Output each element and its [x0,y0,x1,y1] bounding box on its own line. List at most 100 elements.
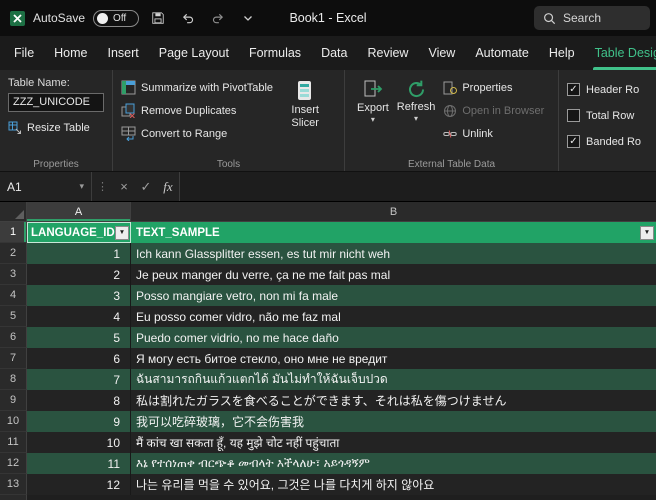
text-sample-filter-button[interactable]: ▼ [640,225,654,240]
redo-button[interactable] [207,6,229,30]
convert-to-range-button[interactable]: Convert to Range [121,123,274,144]
row-header[interactable]: 7 [0,348,27,369]
browser-globe-icon [443,104,457,118]
tab-insert[interactable]: Insert [98,36,149,70]
insert-function-button[interactable]: fx [157,179,179,195]
column-header-a[interactable]: A [27,202,131,222]
table-row: 11 10 मैं कांच खा सकता हूँ, यह मुझे चोट … [0,432,656,453]
cell-language-id[interactable]: 7 [27,369,131,390]
autosave-toggle[interactable]: Off [93,9,140,27]
cell-text-sample[interactable]: እኔ የተሰነጠቀ ብርጭቆ መብላት እችላለሁ፣ አይጎዳኝም [131,453,656,474]
row-header[interactable]: 4 [0,285,27,306]
insert-slicer-button[interactable]: Insert Slicer [274,77,336,156]
row-header[interactable]: 12 [0,453,27,474]
table-name-input[interactable] [8,92,104,112]
tab-home[interactable]: Home [44,36,97,70]
cell-b1-text-sample[interactable]: TEXT_SAMPLE ▼ [131,222,656,243]
row-header[interactable]: 13 [0,474,27,495]
cell-text-sample[interactable]: Eu posso comer vidro, não me faz mal [131,306,656,327]
convert-to-range-label: Convert to Range [141,127,228,140]
cell-text-sample[interactable]: 我可以吃碎玻璃，它不会伤害我 [131,411,656,432]
excel-app-icon[interactable] [10,10,25,26]
export-button[interactable]: Export ▾ [353,77,393,156]
tab-data[interactable]: Data [311,36,357,70]
formula-input[interactable] [179,172,656,201]
cell-language-id[interactable]: 5 [27,327,131,348]
summarize-pivottable-label: Summarize with PivotTable [141,81,274,94]
tab-view[interactable]: View [418,36,465,70]
language-id-filter-button[interactable]: ▼ [115,225,129,240]
row-header[interactable]: 8 [0,369,27,390]
banded-rows-label: Banded Ro [586,135,642,148]
cell-text-sample[interactable]: Je peux manger du verre, ça ne me fait p… [131,264,656,285]
table-row: 13 12 나는 유리를 먹을 수 있어요, 그것은 나를 다치게 하지 않아요 [0,474,656,495]
tab-page-layout[interactable]: Page Layout [149,36,239,70]
tab-table-design[interactable]: Table Design [585,36,656,70]
tab-review[interactable]: Review [357,36,418,70]
quick-access-menu-button[interactable] [237,6,259,30]
refresh-button[interactable]: Refresh ▾ [393,77,440,156]
excel-window: AutoSave Off Book1 - Excel Search File H… [0,0,656,500]
cell-language-id[interactable]: 1 [27,243,131,264]
cell-text-sample[interactable]: मैं कांच खा सकता हूँ, यह मुझे चोट नहीं प… [131,432,656,453]
column-header-b[interactable]: B [131,202,656,222]
row-header[interactable]: 11 [0,432,27,453]
banded-rows-checkbox[interactable]: ✓ [567,135,580,148]
undo-icon [181,11,195,25]
row-header[interactable]: 6 [0,327,27,348]
total-row-checkbox[interactable] [567,109,580,122]
cell-text-sample[interactable]: Я могу есть битое стекло, оно мне не вре… [131,348,656,369]
unlink-button[interactable]: Unlink [443,123,544,144]
cell-language-id[interactable]: 12 [27,474,131,495]
toggle-knob-icon [97,12,109,24]
external-data-group-label: External Table Data [407,159,496,170]
cell-text-sample[interactable]: Puedo comer vidrio, no me hace daño [131,327,656,348]
tab-automate[interactable]: Automate [465,36,539,70]
cell-text-sample[interactable]: ฉันสามารถกินแก้วแตกได้ มันไม่ทำให้ฉันเจ็… [131,369,656,390]
total-row-checkbox-item[interactable]: Total Row [567,106,648,125]
remove-duplicates-button[interactable]: Remove Duplicates [121,100,274,121]
cell-text-sample[interactable]: 나는 유리를 먹을 수 있어요, 그것은 나를 다치게 하지 않아요 [131,474,656,495]
header-row-checkbox-item[interactable]: ✓ Header Ro [567,80,648,99]
row-header[interactable]: 5 [0,306,27,327]
cell-text-sample[interactable]: Posso mangiare vetro, non mi fa male [131,285,656,306]
table-properties-button[interactable]: Properties [443,77,544,98]
search-box[interactable]: Search [534,6,650,30]
cell-language-id[interactable]: 2 [27,264,131,285]
language-id-header-label: LANGUAGE_ID [31,226,115,239]
cell-language-id[interactable]: 6 [27,348,131,369]
row-header[interactable]: 1 [0,222,27,243]
enter-button[interactable]: ✓ [135,179,157,195]
cell-text-sample[interactable]: 私は割れたガラスを食べることができます、それは私を傷つけません [131,390,656,411]
save-button[interactable] [147,6,169,30]
cell-language-id[interactable]: 3 [27,285,131,306]
window-title: Book1 - Excel [289,11,367,25]
cell-language-id[interactable]: 11 [27,453,131,474]
tab-formulas[interactable]: Formulas [239,36,311,70]
cell-a1-language-id[interactable]: LANGUAGE_ID ▼ [27,222,131,243]
undo-button[interactable] [177,6,199,30]
cell-language-id[interactable]: 4 [27,306,131,327]
row-header[interactable] [0,495,27,500]
name-box[interactable]: A1 ▾ [0,172,92,201]
summarize-pivottable-button[interactable]: Summarize with PivotTable [121,77,274,98]
cell-language-id[interactable]: 9 [27,411,131,432]
formula-bar-divider: ⋮ [97,181,108,193]
tab-file[interactable]: File [4,36,44,70]
resize-table-button[interactable]: Resize Table [8,118,104,139]
cancel-button[interactable]: × [113,179,135,194]
header-row-checkbox[interactable]: ✓ [567,83,580,96]
row-header[interactable]: 2 [0,243,27,264]
ribbon: Table Name: Resize Table Properties Summ… [0,70,656,172]
fx-icon: fx [163,178,173,194]
row-header[interactable]: 10 [0,411,27,432]
banded-rows-checkbox-item[interactable]: ✓ Banded Ro [567,132,648,151]
cell-language-id[interactable]: 8 [27,390,131,411]
filter-arrow-icon: ▼ [118,229,126,236]
select-all-corner[interactable] [0,202,27,222]
cell-language-id[interactable]: 10 [27,432,131,453]
row-header[interactable]: 3 [0,264,27,285]
tab-help[interactable]: Help [539,36,585,70]
row-header[interactable]: 9 [0,390,27,411]
cell-text-sample[interactable]: Ich kann Glassplitter essen, es tut mir … [131,243,656,264]
